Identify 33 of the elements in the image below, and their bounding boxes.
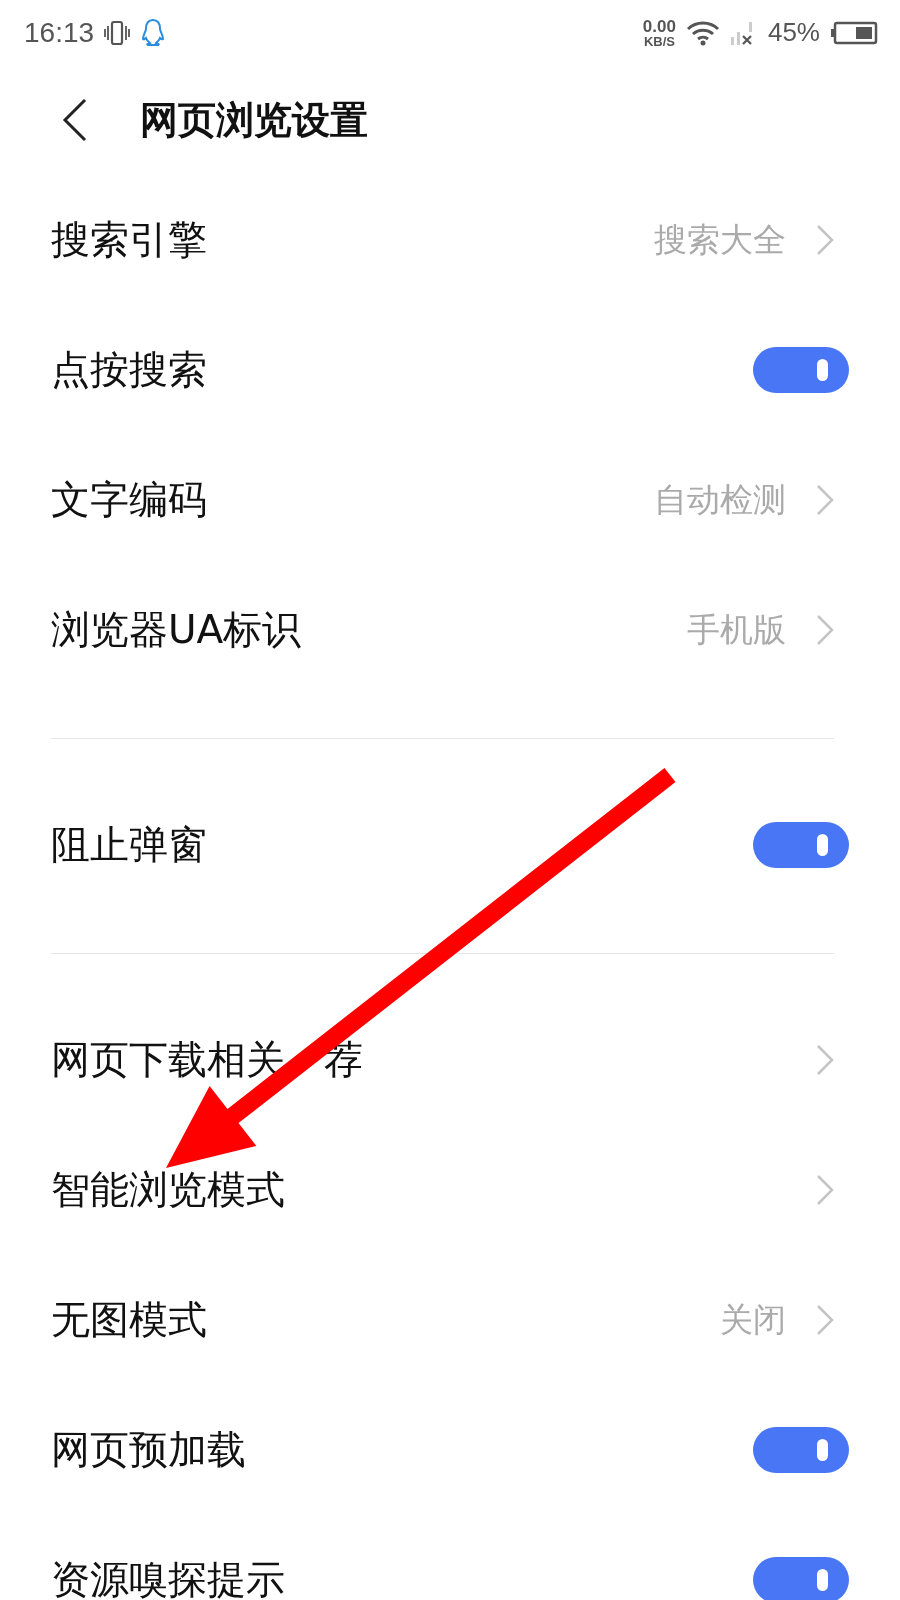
setting-label[interactable]: 资源嗅探提示 bbox=[51, 1553, 285, 1600]
setting-value: 搜索大全 bbox=[654, 218, 786, 261]
vibrate-icon bbox=[104, 18, 131, 47]
setting-label[interactable]: 文字编码 bbox=[51, 473, 207, 527]
setting-label[interactable]: 网页预加载 bbox=[51, 1423, 246, 1477]
back-button[interactable] bbox=[62, 98, 88, 142]
toggle-switch[interactable] bbox=[753, 1557, 849, 1600]
toggle-switch[interactable] bbox=[753, 822, 849, 868]
battery-percent: 45% bbox=[767, 17, 820, 48]
setting-label[interactable]: 搜索引擎 bbox=[51, 213, 207, 267]
status-time: 16:13 bbox=[24, 16, 95, 49]
setting-label[interactable]: 点按搜索 bbox=[51, 343, 207, 397]
page-title: 网页浏览设置 bbox=[140, 96, 368, 144]
chevron-icon bbox=[816, 1044, 834, 1076]
wifi-icon bbox=[685, 19, 720, 46]
chevron-icon bbox=[816, 484, 834, 516]
chevron-icon bbox=[816, 1174, 834, 1206]
speed-unit: KB/S bbox=[643, 34, 675, 48]
setting-label[interactable]: 浏览器UA标识 bbox=[51, 603, 302, 657]
setting-label[interactable]: 无图模式 bbox=[51, 1293, 207, 1347]
chevron-icon bbox=[816, 224, 834, 256]
setting-label[interactable]: 智能浏览模式 bbox=[51, 1163, 285, 1217]
penguin-icon bbox=[140, 17, 167, 48]
toggle-switch[interactable] bbox=[753, 1427, 849, 1473]
battery-icon bbox=[830, 20, 878, 45]
setting-value: 关闭 bbox=[720, 1298, 786, 1341]
chevron-icon bbox=[816, 1304, 834, 1336]
setting-label[interactable]: 阻止弹窗 bbox=[51, 818, 207, 872]
setting-value: 自动检测 bbox=[654, 478, 786, 521]
network-speed: 0.00 bbox=[642, 17, 676, 35]
setting-value: 手机版 bbox=[687, 608, 786, 651]
chevron-icon bbox=[816, 614, 834, 646]
toggle-switch[interactable] bbox=[753, 347, 849, 393]
